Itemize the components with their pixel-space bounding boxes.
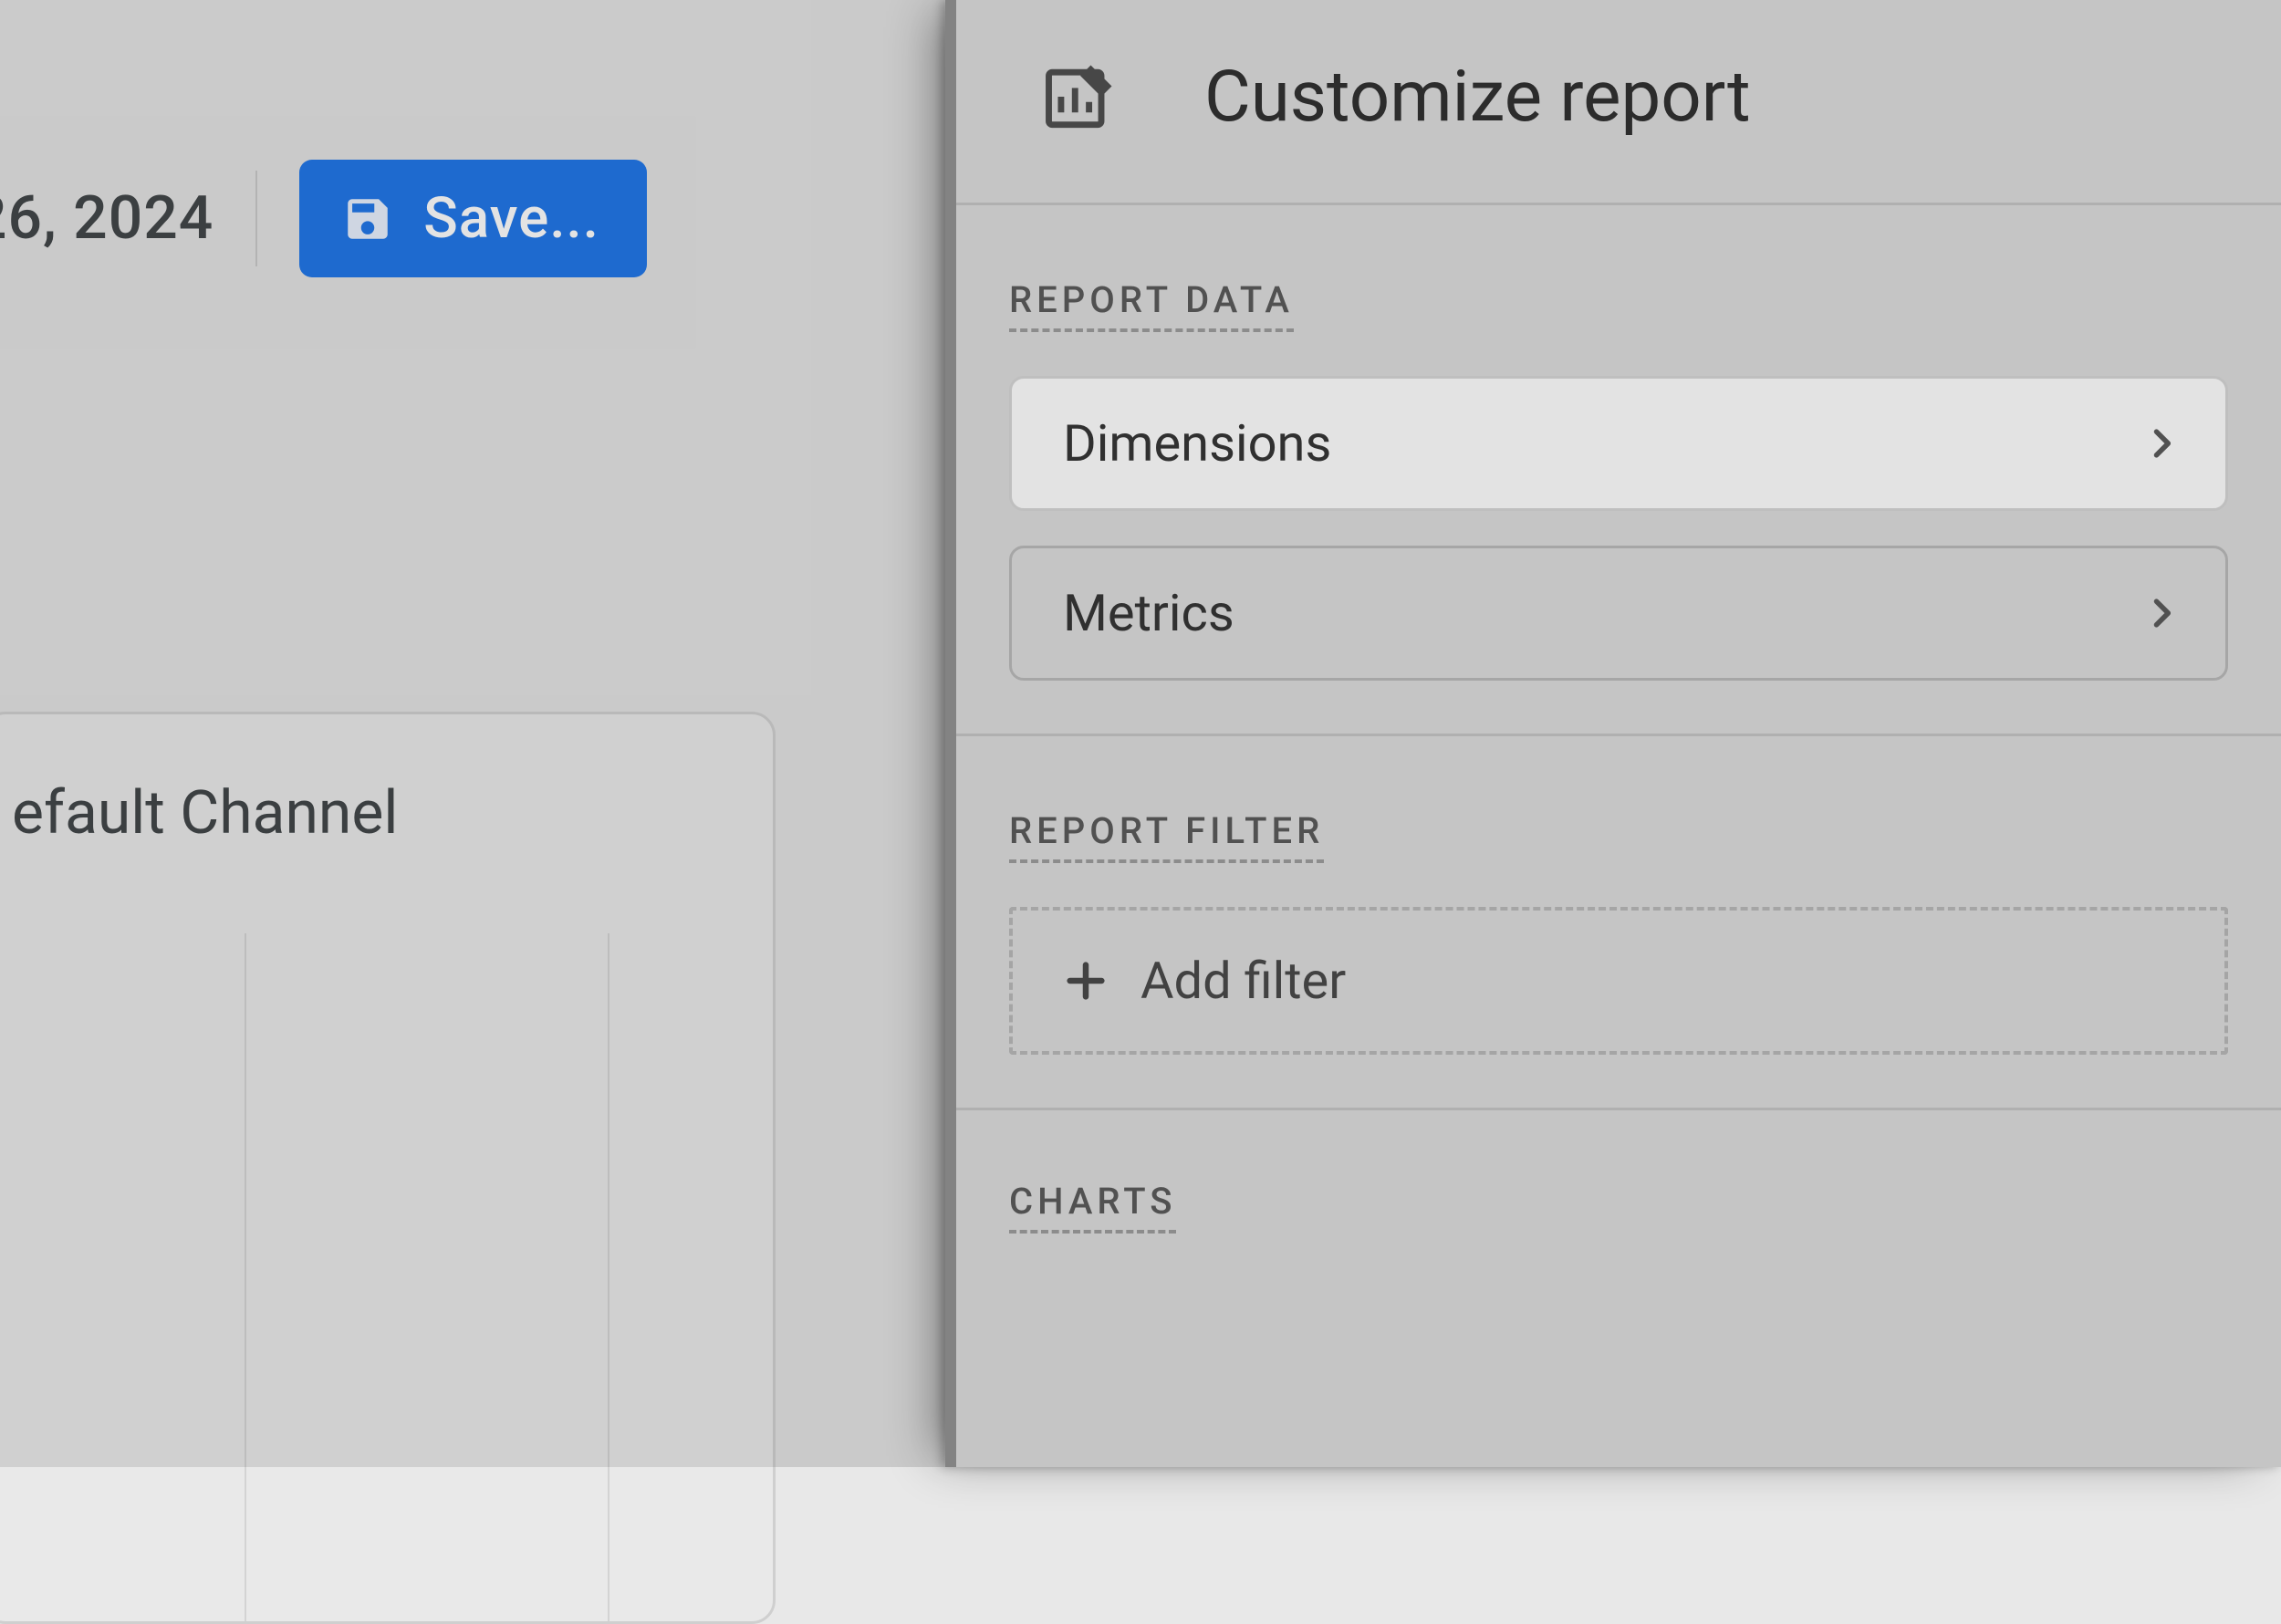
chart-card: efault Channel: [0, 712, 776, 1624]
report-filter-section: REPORT FILTER Add filter: [956, 736, 2281, 1110]
report-filter-label: REPORT FILTER: [1009, 809, 1324, 863]
add-filter-label: Add filter: [1140, 951, 1346, 1011]
report-data-section: REPORT DATA Dimensions Metrics: [956, 205, 2281, 736]
report-canvas: 26, 2024 Save... efault Channel: [0, 0, 944, 1467]
charts-section: CHARTS: [956, 1110, 2281, 1314]
metrics-row-label: Metrics: [1063, 583, 1234, 643]
charts-label: CHARTS: [1009, 1180, 1176, 1234]
chart-title: efault Channel: [12, 778, 398, 848]
customize-report-panel: Customize report REPORT DATA Dimensions …: [945, 0, 2281, 1467]
toolbar: 26, 2024 Save...: [0, 160, 944, 277]
dimensions-row[interactable]: Dimensions: [1009, 376, 2228, 511]
panel-title: Customize report: [1204, 56, 1751, 139]
save-icon: [341, 193, 394, 245]
save-button-label: Save...: [423, 185, 599, 252]
chevron-right-icon: [2141, 593, 2182, 633]
dimensions-row-label: Dimensions: [1063, 413, 1331, 474]
panel-header: Customize report: [956, 0, 2281, 205]
customize-report-icon: [1038, 55, 1122, 139]
save-button[interactable]: Save...: [299, 160, 647, 277]
date-range-text: 26, 2024: [0, 183, 214, 254]
chart-gridlines: [0, 933, 773, 1621]
report-data-label: REPORT DATA: [1009, 278, 1294, 332]
chevron-right-icon: [2141, 423, 2182, 463]
add-filter-button[interactable]: Add filter: [1009, 907, 2228, 1055]
plus-icon: [1062, 957, 1109, 1005]
metrics-row[interactable]: Metrics: [1009, 546, 2228, 681]
divider: [255, 171, 257, 266]
